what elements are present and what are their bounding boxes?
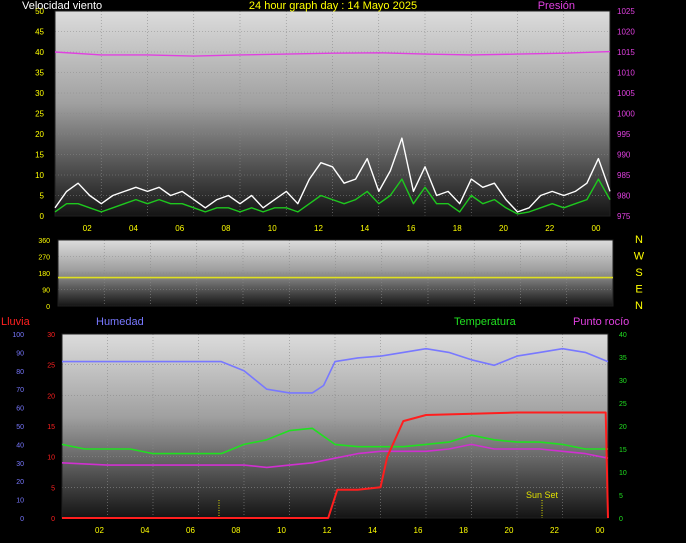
direction-y-tick-label: 360 [38, 238, 50, 245]
legend-dewpoint: Punto rocío [573, 316, 629, 328]
temperature-y-tick-label: 0 [619, 516, 623, 523]
wind-y-tick-label: 25 [35, 110, 44, 119]
humidity-y-tick-label: 0 [20, 516, 24, 523]
wind-y-tick-label: 15 [35, 151, 44, 160]
temperature-y-tick-label: 40 [619, 332, 627, 339]
humidity-y-tick-label: 30 [16, 461, 24, 468]
climate-x-tick-label: 14 [368, 526, 377, 535]
climate-x-tick-label: 08 [232, 526, 241, 535]
climate-x-tick-label: 10 [277, 526, 286, 535]
direction-compass-label: N [635, 300, 643, 312]
wind-x-tick-label: 10 [268, 224, 277, 233]
wind-y-tick-label: 20 [35, 130, 44, 139]
climate-x-tick-label: 20 [505, 526, 514, 535]
legend-temperature: Temperatura [454, 316, 517, 328]
humidity-y-tick-label: 100 [12, 332, 24, 339]
pressure-y-tick-label: 980 [617, 192, 631, 201]
humidity-y-tick-label: 40 [16, 442, 24, 449]
wind-x-tick-label: 16 [407, 224, 416, 233]
direction-compass-label: W [634, 251, 645, 263]
rain-y-tick-label: 25 [47, 363, 55, 370]
pressure-axis-label: Presión [538, 0, 575, 12]
pressure-y-tick-label: 1010 [617, 69, 635, 78]
pressure-y-tick-label: 1020 [617, 28, 635, 37]
wind-y-tick-label: 0 [40, 212, 45, 221]
weather-24h-graph: 0510152025303540455097598098599099510001… [1, 0, 645, 535]
wind-x-tick-label: 22 [545, 224, 554, 233]
direction-compass-label: S [635, 267, 642, 279]
temperature-y-tick-label: 30 [619, 378, 627, 385]
climate-x-tick-label: 04 [141, 526, 150, 535]
wind-y-tick-label: 45 [35, 28, 44, 37]
wind-x-tick-label: 00 [592, 224, 601, 233]
direction-y-tick-label: 90 [42, 288, 50, 295]
humidity-y-tick-label: 20 [16, 479, 24, 486]
wind-x-tick-label: 20 [499, 224, 508, 233]
wind-x-tick-label: 04 [129, 224, 138, 233]
direction-y-tick-label: 0 [46, 304, 50, 311]
temperature-y-tick-label: 15 [619, 447, 627, 454]
humidity-y-tick-label: 10 [16, 498, 24, 505]
legend-humidity: Humedad [96, 316, 144, 328]
wind-x-tick-label: 08 [222, 224, 231, 233]
pressure-y-tick-label: 1000 [617, 110, 635, 119]
chart-title: 24 hour graph day : 14 Mayo 2025 [249, 0, 417, 12]
pressure-y-tick-label: 1015 [617, 48, 635, 57]
temperature-y-tick-label: 10 [619, 470, 627, 477]
wind-y-tick-label: 10 [35, 171, 44, 180]
climate-x-tick-label: 12 [323, 526, 332, 535]
wind-axis-label: Velocidad viento [22, 0, 102, 12]
temperature-y-tick-label: 5 [619, 493, 623, 500]
wind-x-tick-label: 02 [83, 224, 92, 233]
humidity-y-tick-label: 90 [16, 350, 24, 357]
humidity-y-tick-label: 60 [16, 406, 24, 413]
pressure-y-tick-label: 975 [617, 212, 631, 221]
wind-y-tick-label: 30 [35, 89, 44, 98]
climate-x-tick-label: 02 [95, 526, 104, 535]
climate-x-tick-label: 18 [459, 526, 468, 535]
rain-y-tick-label: 30 [47, 332, 55, 339]
climate-x-tick-label: 22 [550, 526, 559, 535]
climate-x-tick-label: 16 [414, 526, 423, 535]
pressure-y-tick-label: 995 [617, 130, 631, 139]
humidity-y-tick-label: 70 [16, 387, 24, 394]
humidity-y-tick-label: 50 [16, 424, 24, 431]
direction-y-tick-label: 270 [38, 255, 50, 262]
pressure-y-tick-label: 990 [617, 151, 631, 160]
temperature-y-tick-label: 20 [619, 424, 627, 431]
humidity-y-tick-label: 80 [16, 369, 24, 376]
sunset-annotation: Sun Set [526, 490, 559, 500]
pressure-y-tick-label: 1005 [617, 89, 635, 98]
legend-rain: Lluvia [1, 316, 31, 328]
rain-y-tick-label: 20 [47, 393, 55, 400]
temperature-y-tick-label: 35 [619, 355, 627, 362]
rain-y-tick-label: 5 [51, 485, 55, 492]
climate-x-tick-label: 06 [186, 526, 195, 535]
pressure-y-tick-label: 1025 [617, 7, 635, 16]
direction-y-tick-label: 180 [38, 271, 50, 278]
wind-y-tick-label: 35 [35, 69, 44, 78]
wind-x-tick-label: 14 [360, 224, 369, 233]
climate-x-tick-label: 00 [596, 526, 605, 535]
rain-y-tick-label: 10 [47, 455, 55, 462]
rain-y-tick-label: 15 [47, 424, 55, 431]
temperature-y-tick-label: 25 [619, 401, 627, 408]
rain-y-tick-label: 0 [51, 516, 55, 523]
wind-x-tick-label: 12 [314, 224, 323, 233]
wind-y-tick-label: 40 [35, 48, 44, 57]
wind-y-tick-label: 5 [40, 192, 45, 201]
pressure-y-tick-label: 985 [617, 171, 631, 180]
direction-compass-label: E [635, 284, 642, 296]
wind-x-tick-label: 18 [453, 224, 462, 233]
direction-compass-label: N [635, 234, 643, 246]
wind-x-tick-label: 06 [175, 224, 184, 233]
